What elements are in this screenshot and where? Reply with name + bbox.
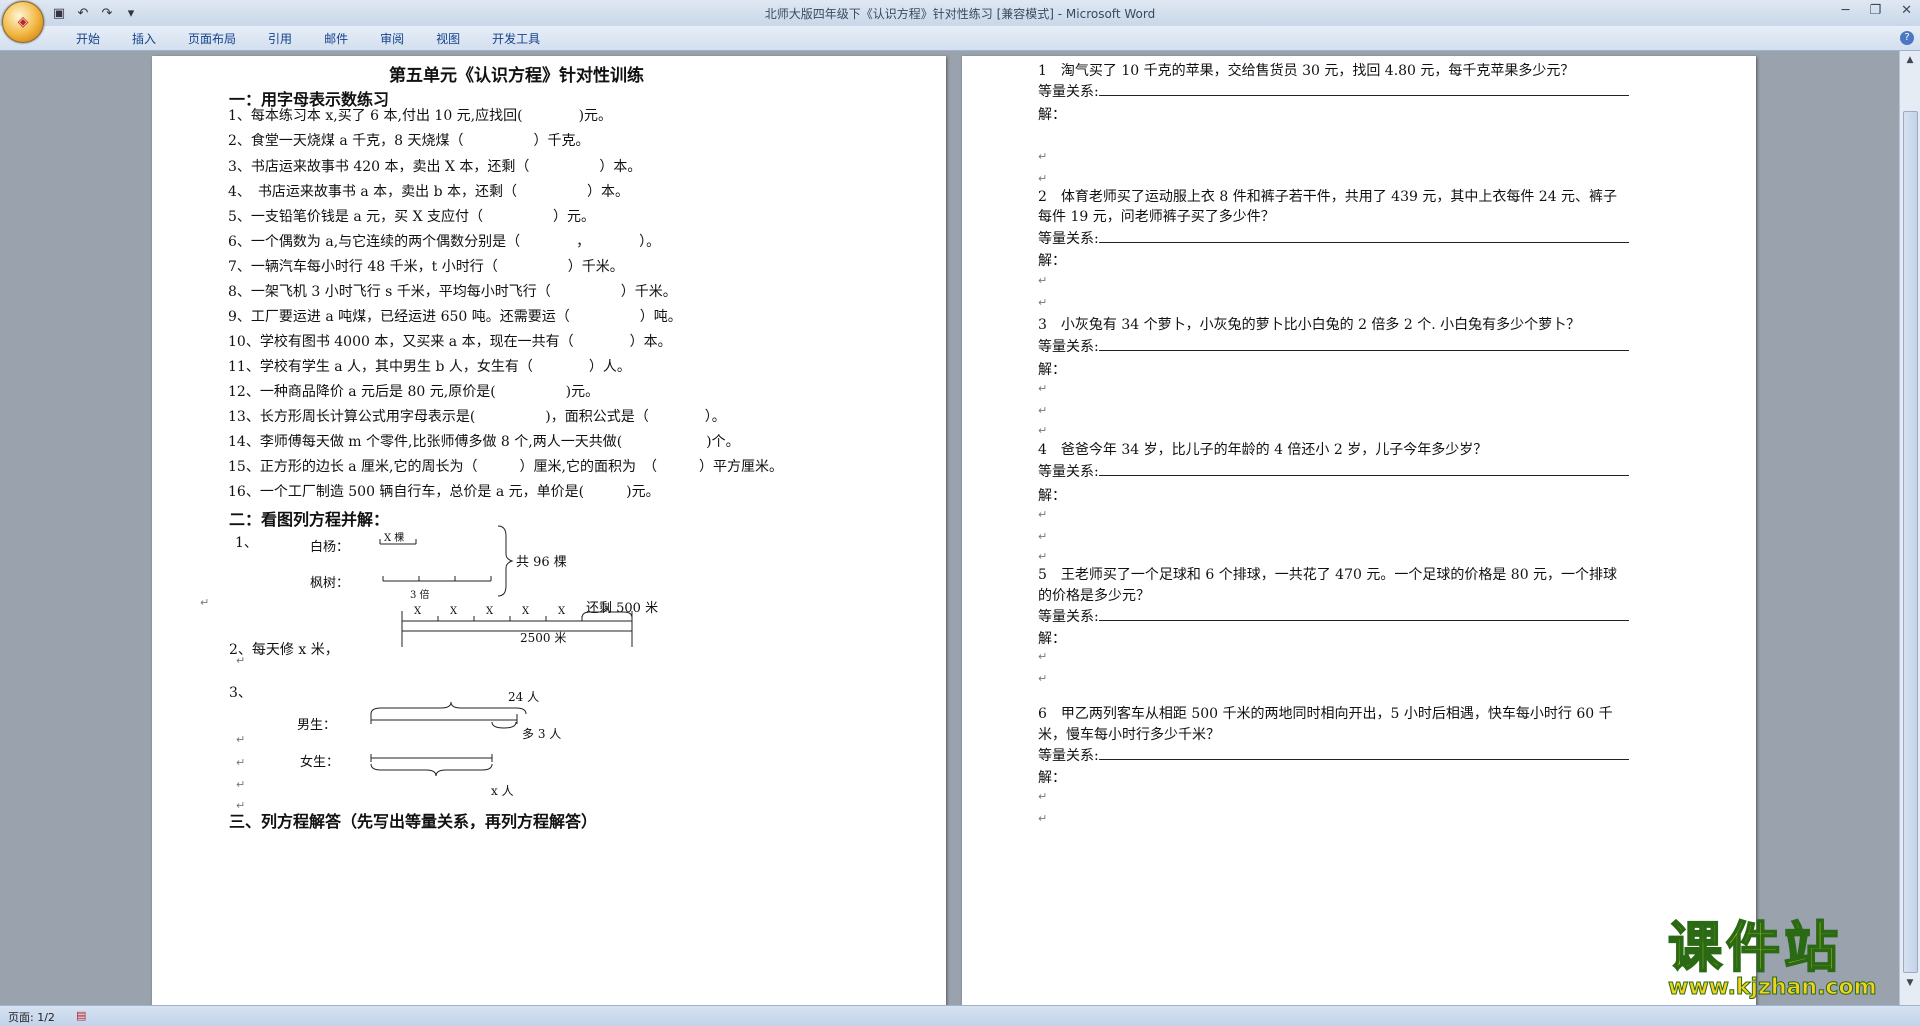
scroll-down-icon[interactable]: ▼ xyxy=(1903,976,1917,990)
tab-mailings[interactable]: 邮件 xyxy=(308,30,364,47)
exercise-item: 4、 书店运来故事书 a 本，卖出 b 本，还剩（ ）本。 xyxy=(228,184,630,200)
tab-page-layout[interactable]: 页面布局 xyxy=(172,30,252,47)
tab-references[interactable]: 引用 xyxy=(252,30,308,47)
exercise-item: 11、学校有学生 a 人，其中男生 b 人，女生有（ ）人。 xyxy=(228,359,631,375)
proofing-icon[interactable]: ▤ xyxy=(76,1009,86,1022)
exercise-item: 1、每本练习本 x,买了 6 本,付出 10 元,应找回( )元。 xyxy=(228,108,613,124)
section-3-heading: 三、列方程解答（先写出等量关系，再列方程解答） xyxy=(229,812,598,831)
figure-2-diagram xyxy=(401,605,633,647)
solve-label: 解： xyxy=(1038,253,1066,269)
scrollbar-thumb[interactable] xyxy=(1903,111,1918,973)
problem-5-text: 5 王老师买了一个足球和 6 个排球，一共花了 470 元。一个足球的价格是 8… xyxy=(1038,567,1618,583)
window-controls: ─ ❐ ✕ xyxy=(1842,3,1912,18)
relation-label: 等量关系: xyxy=(1038,228,1629,248)
problem-2-text: 2 体育老师买了运动服上衣 8 件和裤子若干件，共用了 439 元，其中上衣每件… xyxy=(1038,189,1618,205)
problem-3-text: 3 小灰兔有 34 个萝卜，小灰兔的萝卜比小白兔的 2 倍多 2 个. 小白兔有… xyxy=(1038,317,1581,333)
watermark-url: www.kjzhan.com xyxy=(1668,975,1878,1000)
solve-label: 解： xyxy=(1038,488,1066,504)
tab-home[interactable]: 开始 xyxy=(60,30,116,47)
site-watermark: 课件站 www.kjzhan.com xyxy=(1667,916,1900,1008)
relation-label: 等量关系: xyxy=(1038,81,1629,101)
exercise-item: 2、食堂一天烧煤 a 千克，8 天烧煤（ ）千克。 xyxy=(228,133,590,149)
tab-view[interactable]: 视图 xyxy=(420,30,476,47)
close-icon[interactable]: ✕ xyxy=(1901,3,1912,18)
exercise-item: 14、李师傅每天做 m 个零件,比张师傅多做 8 个,两人一天共做( )个。 xyxy=(228,434,740,450)
figure-1-diagram xyxy=(379,525,514,597)
document-page-1[interactable]: 第五单元《认识方程》针对性训练 一：用字母表示数练习 1、每本练习本 x,买了 … xyxy=(152,56,946,1005)
watermark-title: 课件站 xyxy=(1667,916,1842,979)
exercise-item: 16、一个工厂制造 500 辆自行车，总价是 a 元，单价是( )元。 xyxy=(228,484,660,500)
problem-1-text: 1 淘气买了 10 千克的苹果，交给售货员 30 元，找回 4.80 元，每千克… xyxy=(1038,63,1575,79)
exercise-item: 7、一辆汽车每小时行 48 千米，t 小时行（ ）千米。 xyxy=(228,259,624,275)
exercise-item: 13、长方形周长计算公式用字母表示是( )，面积公式是（ ）。 xyxy=(228,409,726,425)
exercise-item: 15、正方形的边长 a 厘米,它的周长为（ ）厘米,它的面积为 （ ）平方厘米。 xyxy=(228,459,783,475)
relation-label: 等量关系: xyxy=(1038,336,1629,356)
exercise-item: 5、一支铅笔价钱是 a 元，买 X 支应付（ ）元。 xyxy=(228,209,596,225)
tab-insert[interactable]: 插入 xyxy=(116,30,172,47)
exercise-item: 3、书店运来故事书 420 本，卖出 X 本，还剩（ ）本。 xyxy=(228,159,642,175)
problem-4-text: 4 爸爸今年 34 岁，比儿子的年龄的 4 倍还小 2 岁，儿子今年多少岁？ xyxy=(1038,442,1488,458)
document-page-2[interactable]: 1 淘气买了 10 千克的苹果，交给售货员 30 元，找回 4.80 元，每千克… xyxy=(962,56,1756,1005)
problem-5-text-cont: 的价格是多少元？ xyxy=(1038,588,1150,604)
exercise-item: 10、学校有图书 4000 本，又买来 a 本，现在一共有（ ）本。 xyxy=(228,334,672,350)
figure-3-diagram xyxy=(370,701,527,777)
exercise-item: 6、一个偶数为 a,与它连续的两个偶数分别是（ ， ）。 xyxy=(228,234,661,250)
tab-developer[interactable]: 开发工具 xyxy=(476,30,556,47)
page-indicator[interactable]: 页面: 1/2 xyxy=(8,1009,55,1025)
office-button[interactable]: ◈ xyxy=(2,1,44,43)
status-bar: 页面: 1/2 ▤ xyxy=(0,1005,1920,1026)
problem-2-text-cont: 每件 19 元，问老师裤子买了多少件？ xyxy=(1038,209,1275,225)
tab-review[interactable]: 审阅 xyxy=(364,30,420,47)
problem-6-text-cont: 米，慢车每小时行多少千米？ xyxy=(1038,727,1220,743)
window-title: 北师大版四年级下《认识方程》针对性练习 [兼容模式] - Microsoft W… xyxy=(764,7,1156,21)
solve-label: 解： xyxy=(1038,631,1066,647)
exercise-item: 9、工厂要运进 a 吨煤，已经运进 650 吨。还需要运（ ）吨。 xyxy=(228,309,682,325)
solve-label: 解： xyxy=(1038,770,1066,786)
title-bar: ◈ ▣ ↶ ↷ ▾ 北师大版四年级下《认识方程》针对性练习 [兼容模式] - M… xyxy=(0,0,1920,43)
help-icon[interactable]: ? xyxy=(1900,31,1914,45)
solve-label: 解： xyxy=(1038,362,1066,378)
relation-label: 等量关系: xyxy=(1038,461,1629,481)
solve-label: 解： xyxy=(1038,107,1066,123)
document-title: 第五单元《认识方程》针对性训练 xyxy=(389,66,644,86)
problem-6-text: 6 甲乙两列客车从相距 500 千米的两地同时相向开出，5 小时后相遇，快车每小… xyxy=(1038,706,1613,722)
exercise-item: 8、一架飞机 3 小时飞行 s 千米，平均每小时飞行（ ）千米。 xyxy=(228,284,677,300)
exercise-item: 12、一种商品降价 a 元后是 80 元,原价是( )元。 xyxy=(228,384,600,400)
scroll-up-icon[interactable]: ▲ xyxy=(1903,53,1917,67)
document-workspace: 第五单元《认识方程》针对性训练 一：用字母表示数练习 1、每本练习本 x,买了 … xyxy=(0,51,1900,1005)
relation-label: 等量关系: xyxy=(1038,606,1629,626)
ribbon: 开始 插入 页面布局 引用 邮件 审阅 视图 开发工具 ? xyxy=(0,26,1920,51)
vertical-scrollbar[interactable]: ▲ ▼ xyxy=(1899,51,1920,1005)
maximize-icon[interactable]: ❐ xyxy=(1869,3,1881,18)
relation-label: 等量关系: xyxy=(1038,745,1629,765)
ribbon-tabs: 开始 插入 页面布局 引用 邮件 审阅 视图 开发工具 xyxy=(60,30,556,47)
minimize-icon[interactable]: ─ xyxy=(1842,3,1850,18)
